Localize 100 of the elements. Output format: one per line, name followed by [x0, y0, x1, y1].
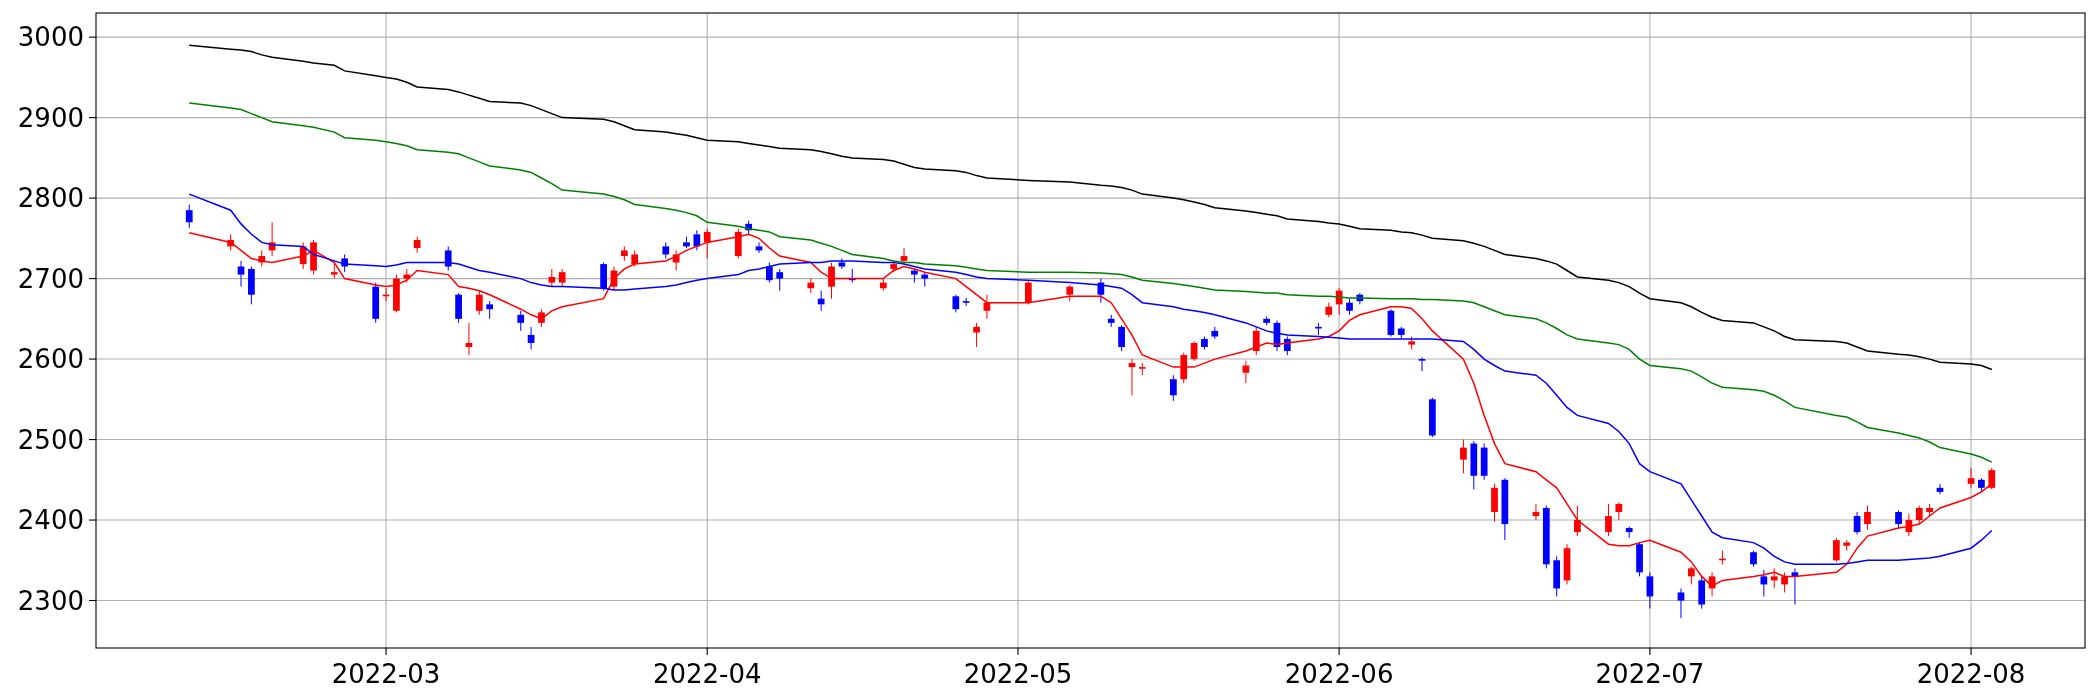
- y-tick-label: 2600: [17, 344, 84, 375]
- candlestick: [299, 241, 307, 270]
- candlestick: [341, 253, 348, 273]
- candlestick: [393, 274, 400, 313]
- candlestick: [1118, 324, 1125, 352]
- candlestick: [1770, 567, 1778, 589]
- x-tick-label: 2022-08: [1916, 659, 2026, 689]
- candlestick: [1170, 374, 1177, 402]
- y-tick-label: 2500: [17, 424, 84, 455]
- x-tick-label: 2022-05: [963, 659, 1073, 689]
- y-tick-label: 2800: [17, 183, 84, 214]
- candlestick: [828, 262, 835, 300]
- candlestick: [973, 322, 980, 348]
- candlestick: [890, 260, 898, 273]
- candlestick: [1501, 477, 1509, 541]
- candlestick: [558, 268, 566, 288]
- candlestick: [1325, 302, 1333, 318]
- candlestick: [1605, 503, 1612, 537]
- candlestick: [1242, 360, 1250, 384]
- x-tick-label: 2022-07: [1595, 659, 1705, 689]
- candlestick: [1397, 326, 1405, 340]
- candlestick: [1138, 362, 1146, 376]
- candlestick: [310, 239, 317, 276]
- candlestick: [1646, 571, 1654, 610]
- candlestick: [1708, 571, 1716, 597]
- candlestick: [1066, 284, 1074, 302]
- x-tick-label: 2022-04: [652, 659, 762, 689]
- candlestick: [848, 268, 856, 284]
- candlestick: [1201, 336, 1208, 350]
- candlestick: [983, 294, 991, 320]
- candlestick: [1615, 501, 1623, 521]
- candlestick: [620, 245, 628, 262]
- candlestick: [962, 297, 970, 307]
- candlestick: [600, 262, 607, 292]
- candlestick: [1356, 292, 1364, 305]
- candlestick: [734, 228, 742, 259]
- candlestick: [1636, 542, 1643, 577]
- candlestick: [1791, 567, 1799, 606]
- candlestick: [776, 268, 784, 292]
- candlestick: [1988, 467, 1996, 490]
- candlestick: [1025, 279, 1032, 305]
- candlestick: [1408, 336, 1415, 350]
- candlestick: [227, 233, 235, 251]
- candlestick: [1760, 569, 1768, 597]
- x-tick-label: 2022-03: [331, 659, 441, 689]
- candlestick: [693, 229, 701, 251]
- candlestick: [662, 241, 670, 259]
- candlestick: [527, 326, 535, 350]
- candlestick: [1677, 587, 1685, 619]
- candlestick: [1387, 308, 1395, 338]
- candlestick: [330, 263, 338, 280]
- y-tick-label: 3000: [17, 22, 84, 53]
- candlestick: [1833, 537, 1840, 563]
- candlestick: [1211, 326, 1219, 340]
- candlestick: [1263, 315, 1270, 326]
- candlestick: [382, 287, 390, 302]
- candlestick: [755, 241, 763, 254]
- candlestick: [1781, 571, 1788, 593]
- candlestick: [807, 278, 815, 294]
- y-tick-label: 2300: [17, 585, 84, 616]
- candlestick: [1470, 440, 1478, 490]
- candlestick: [1750, 550, 1757, 568]
- candlestick: [1978, 477, 1985, 493]
- candlestick: [1625, 525, 1633, 539]
- candlestick: [672, 249, 680, 272]
- candlestick: [1574, 505, 1581, 537]
- candlestick: [1936, 483, 1944, 495]
- candlestick: [900, 247, 908, 263]
- candlestick: [538, 308, 545, 328]
- candlestick: [1688, 566, 1695, 585]
- candlestick: [1180, 352, 1188, 384]
- candlestick: [1273, 319, 1281, 352]
- candlestick: [413, 236, 421, 254]
- candlestick: [631, 249, 639, 267]
- candlestick: [703, 228, 711, 259]
- candlestick: [486, 300, 493, 320]
- candlestick: [237, 260, 245, 288]
- candlestick: [1967, 467, 1975, 489]
- candlestick: [1719, 550, 1726, 565]
- candlestick: [258, 249, 266, 267]
- y-tick-label: 2400: [17, 505, 84, 536]
- candlestick: [185, 204, 193, 229]
- candlestick: [1915, 505, 1923, 525]
- candlestick: [1190, 340, 1198, 362]
- candlestick: [683, 236, 690, 249]
- candlestick: [911, 268, 918, 284]
- candlestick: [1107, 314, 1115, 328]
- candlestick: [517, 310, 525, 332]
- candlestick: [1252, 326, 1260, 356]
- candlestick: [248, 266, 255, 305]
- candlestick: [1864, 505, 1871, 531]
- candlestick: [1542, 505, 1550, 569]
- candlestick: [1853, 511, 1861, 535]
- candlestick: [952, 294, 960, 313]
- candlestick: [1097, 278, 1105, 304]
- candlestick: [1418, 356, 1426, 372]
- candlestick: [838, 257, 846, 270]
- candlestick: [1553, 555, 1561, 597]
- candlestick: [1283, 336, 1291, 356]
- candlestick: [610, 266, 618, 291]
